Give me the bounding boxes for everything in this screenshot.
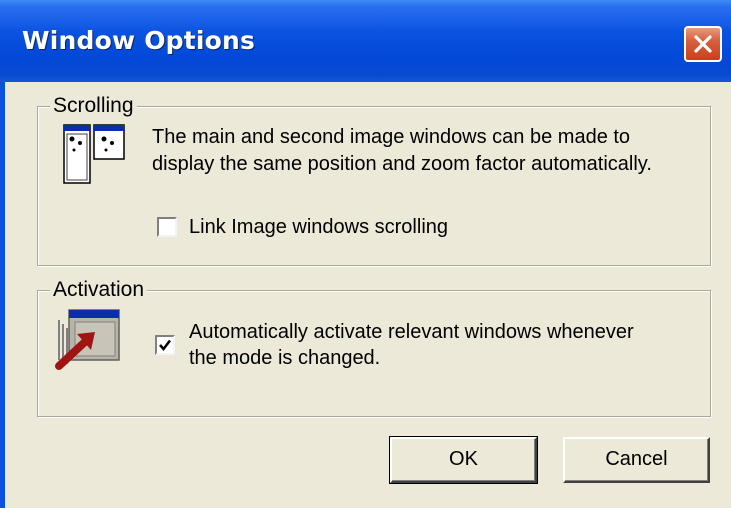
window-options-dialog: Window Options Scrolling The main and se… <box>0 0 731 508</box>
linked-windows-icon <box>58 122 132 186</box>
checkmark-icon <box>159 339 171 351</box>
link-scrolling-checkbox[interactable] <box>157 217 177 237</box>
activate-window-icon <box>55 306 125 370</box>
scrolling-description-line2: display the same position and zoom facto… <box>152 153 652 175</box>
window-left-border <box>0 82 5 508</box>
link-scrolling-label[interactable]: Link Image windows scrolling <box>189 215 448 240</box>
auto-activate-checkbox[interactable] <box>155 335 175 355</box>
close-icon <box>694 35 712 53</box>
auto-activate-label-line1[interactable]: Automatically activate relevant windows … <box>189 320 634 345</box>
close-button[interactable] <box>684 26 722 62</box>
window-title: Window Options <box>22 26 256 55</box>
cancel-button[interactable]: Cancel <box>563 437 710 483</box>
title-bar[interactable]: Window Options <box>0 0 731 82</box>
scrolling-description-line1: The main and second image windows can be… <box>152 126 631 148</box>
auto-activate-label-line2[interactable]: the mode is changed. <box>189 346 380 371</box>
scrolling-legend: Scrolling <box>50 94 137 118</box>
ok-button[interactable]: OK <box>389 436 538 484</box>
activation-legend: Activation <box>50 278 148 302</box>
